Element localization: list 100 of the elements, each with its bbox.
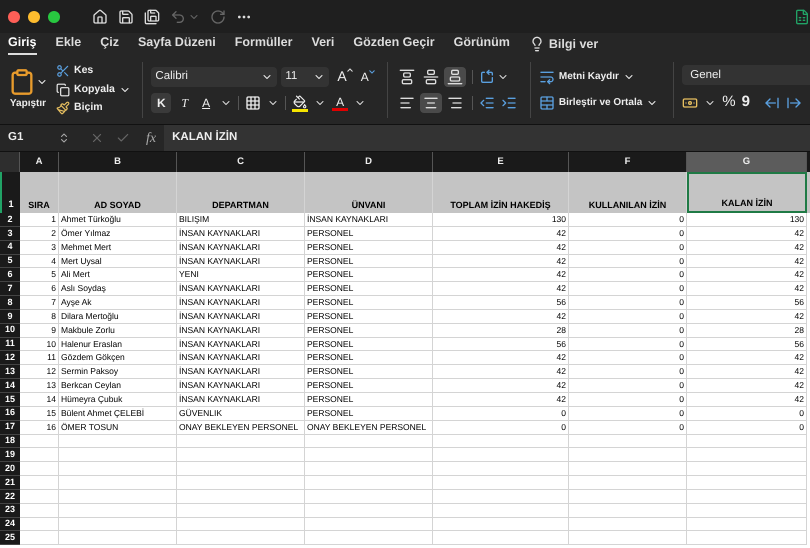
row-header[interactable]: 9 <box>0 310 20 324</box>
row-header[interactable]: 6 <box>0 268 20 282</box>
table-cell: 0 <box>569 351 687 366</box>
table-cell <box>20 518 59 532</box>
table-cell: Ahmet Türkoğlu <box>59 213 177 227</box>
table-cell: 0 <box>569 254 687 268</box>
paste-button[interactable]: Yapıştır <box>8 68 48 111</box>
undo-icon[interactable] <box>170 8 186 24</box>
font-name-select[interactable]: Calibri <box>151 66 278 86</box>
save-as-icon[interactable] <box>144 8 160 24</box>
row-header[interactable]: 8 <box>0 296 20 310</box>
row-header[interactable]: 21 <box>0 476 20 490</box>
format-painter-button[interactable]: Biçim <box>56 100 131 116</box>
row-header[interactable]: 2 <box>0 213 20 227</box>
row-header[interactable]: 12 <box>0 351 20 366</box>
table-cell: 42 <box>433 240 569 255</box>
align-button[interactable] <box>444 66 466 86</box>
comma-button[interactable]: 9 <box>742 91 750 114</box>
table-cell: 3 <box>20 240 59 255</box>
table-cell: 0 <box>569 213 687 227</box>
grow-font-button[interactable]: A <box>337 66 353 87</box>
ribbon-tab[interactable]: Formüller <box>234 32 292 56</box>
table-cell: 5 <box>20 268 59 282</box>
table-cell <box>20 448 59 462</box>
ribbon-tab[interactable]: Ekle <box>56 32 82 56</box>
function-label[interactable]: fx <box>146 128 156 148</box>
name-box[interactable]: G1 <box>0 129 58 147</box>
row-header[interactable]: 22 <box>0 490 20 504</box>
row-header[interactable]: 14 <box>0 379 20 393</box>
row-header[interactable]: 24 <box>0 518 20 532</box>
decrease-indent-icon[interactable] <box>478 94 495 110</box>
row-header[interactable]: 19 <box>0 448 20 462</box>
percent-button[interactable]: % <box>722 91 736 114</box>
row-header[interactable]: 20 <box>0 462 20 476</box>
table-cell: GÜVENLIK <box>177 406 305 421</box>
row-header[interactable]: 3 <box>0 226 20 241</box>
row-header[interactable]: 15 <box>0 392 20 407</box>
zoom-window-button[interactable] <box>48 10 60 22</box>
ribbon-tab[interactable]: Giriş <box>8 32 36 56</box>
borders-icon[interactable] <box>245 95 262 111</box>
tell-me-label[interactable]: Bilgi ver <box>548 34 598 54</box>
home-icon[interactable] <box>92 8 108 24</box>
close-window-button[interactable] <box>8 10 20 22</box>
table-cell: 42 <box>433 392 569 407</box>
row-header[interactable]: 23 <box>0 504 20 518</box>
redo-icon[interactable] <box>210 8 226 24</box>
header-cell: KALAN İZİN <box>687 172 807 213</box>
cancel-icon[interactable] <box>90 131 104 145</box>
table-cell: 42 <box>433 310 569 324</box>
number-format-select[interactable]: Genel <box>682 65 810 86</box>
shrink-font-button[interactable]: A <box>360 68 375 86</box>
ribbon-tab[interactable]: Veri <box>311 32 334 56</box>
table-cell: Sermin Paksoy <box>59 365 177 380</box>
row-header[interactable]: 25 <box>0 531 20 546</box>
down-caret-icon <box>368 70 375 74</box>
underline-button[interactable]: A <box>198 94 214 112</box>
italic-button[interactable]: T <box>177 94 192 112</box>
table-cell: Mehmet Mert <box>59 240 177 255</box>
table-cell: 42 <box>687 282 807 296</box>
row-header[interactable]: 4 <box>0 240 20 255</box>
ribbon-tab[interactable]: Sayfa Düzeni <box>138 32 216 56</box>
merge-center-button[interactable]: Birleştir ve Ortala <box>538 94 666 110</box>
row-header[interactable]: 7 <box>0 282 20 296</box>
wrap-text-button[interactable]: Metni Kaydır <box>538 68 666 84</box>
table-cell: 130 <box>433 213 569 227</box>
fill-color-button[interactable] <box>292 94 308 112</box>
font-color-button[interactable]: A <box>332 96 348 110</box>
formula-field[interactable]: KALAN İZİN <box>164 125 810 151</box>
bold-button[interactable]: K <box>151 93 172 113</box>
row-header[interactable]: 16 <box>0 406 20 421</box>
ribbon-tab[interactable]: Görünüm <box>454 32 510 56</box>
row-header[interactable]: 5 <box>0 254 20 268</box>
header-cell: ÜNVANI <box>305 172 433 213</box>
save-icon[interactable] <box>118 8 134 24</box>
align-button[interactable] <box>420 92 442 112</box>
row-header[interactable]: 11 <box>0 338 20 352</box>
increase-indent-icon[interactable] <box>500 94 517 110</box>
stepper-icon[interactable] <box>58 132 70 144</box>
orientation-icon[interactable] <box>478 68 495 84</box>
copy-button[interactable]: Kopyala <box>56 82 131 98</box>
row-header[interactable]: 17 <box>0 420 20 434</box>
cut-button[interactable]: Kes <box>56 62 131 79</box>
row-header[interactable]: 18 <box>0 434 20 448</box>
row-header[interactable]: 1 <box>0 172 20 213</box>
header-cell: KULLANILAN İZİN <box>569 172 687 213</box>
table-cell: PERSONEL <box>305 324 433 338</box>
row-header[interactable]: 10 <box>0 324 20 338</box>
minimize-window-button[interactable] <box>28 10 40 22</box>
table-cell: İNSAN KAYNAKLARI <box>177 240 305 255</box>
row-header[interactable]: 13 <box>0 365 20 380</box>
table-cell: 56 <box>687 338 807 352</box>
up-caret-icon <box>346 68 353 72</box>
font-size-select[interactable]: 11 <box>281 66 330 86</box>
table-cell <box>20 476 59 490</box>
ribbon-tab[interactable]: Çiz <box>100 32 119 56</box>
table-cell: 0 <box>433 406 569 421</box>
decrease-decimal-icon[interactable] <box>764 94 780 110</box>
increase-decimal-icon[interactable] <box>786 94 802 110</box>
column-header[interactable]: G <box>687 152 807 172</box>
ribbon-tab[interactable]: Gözden Geçir <box>353 32 435 56</box>
